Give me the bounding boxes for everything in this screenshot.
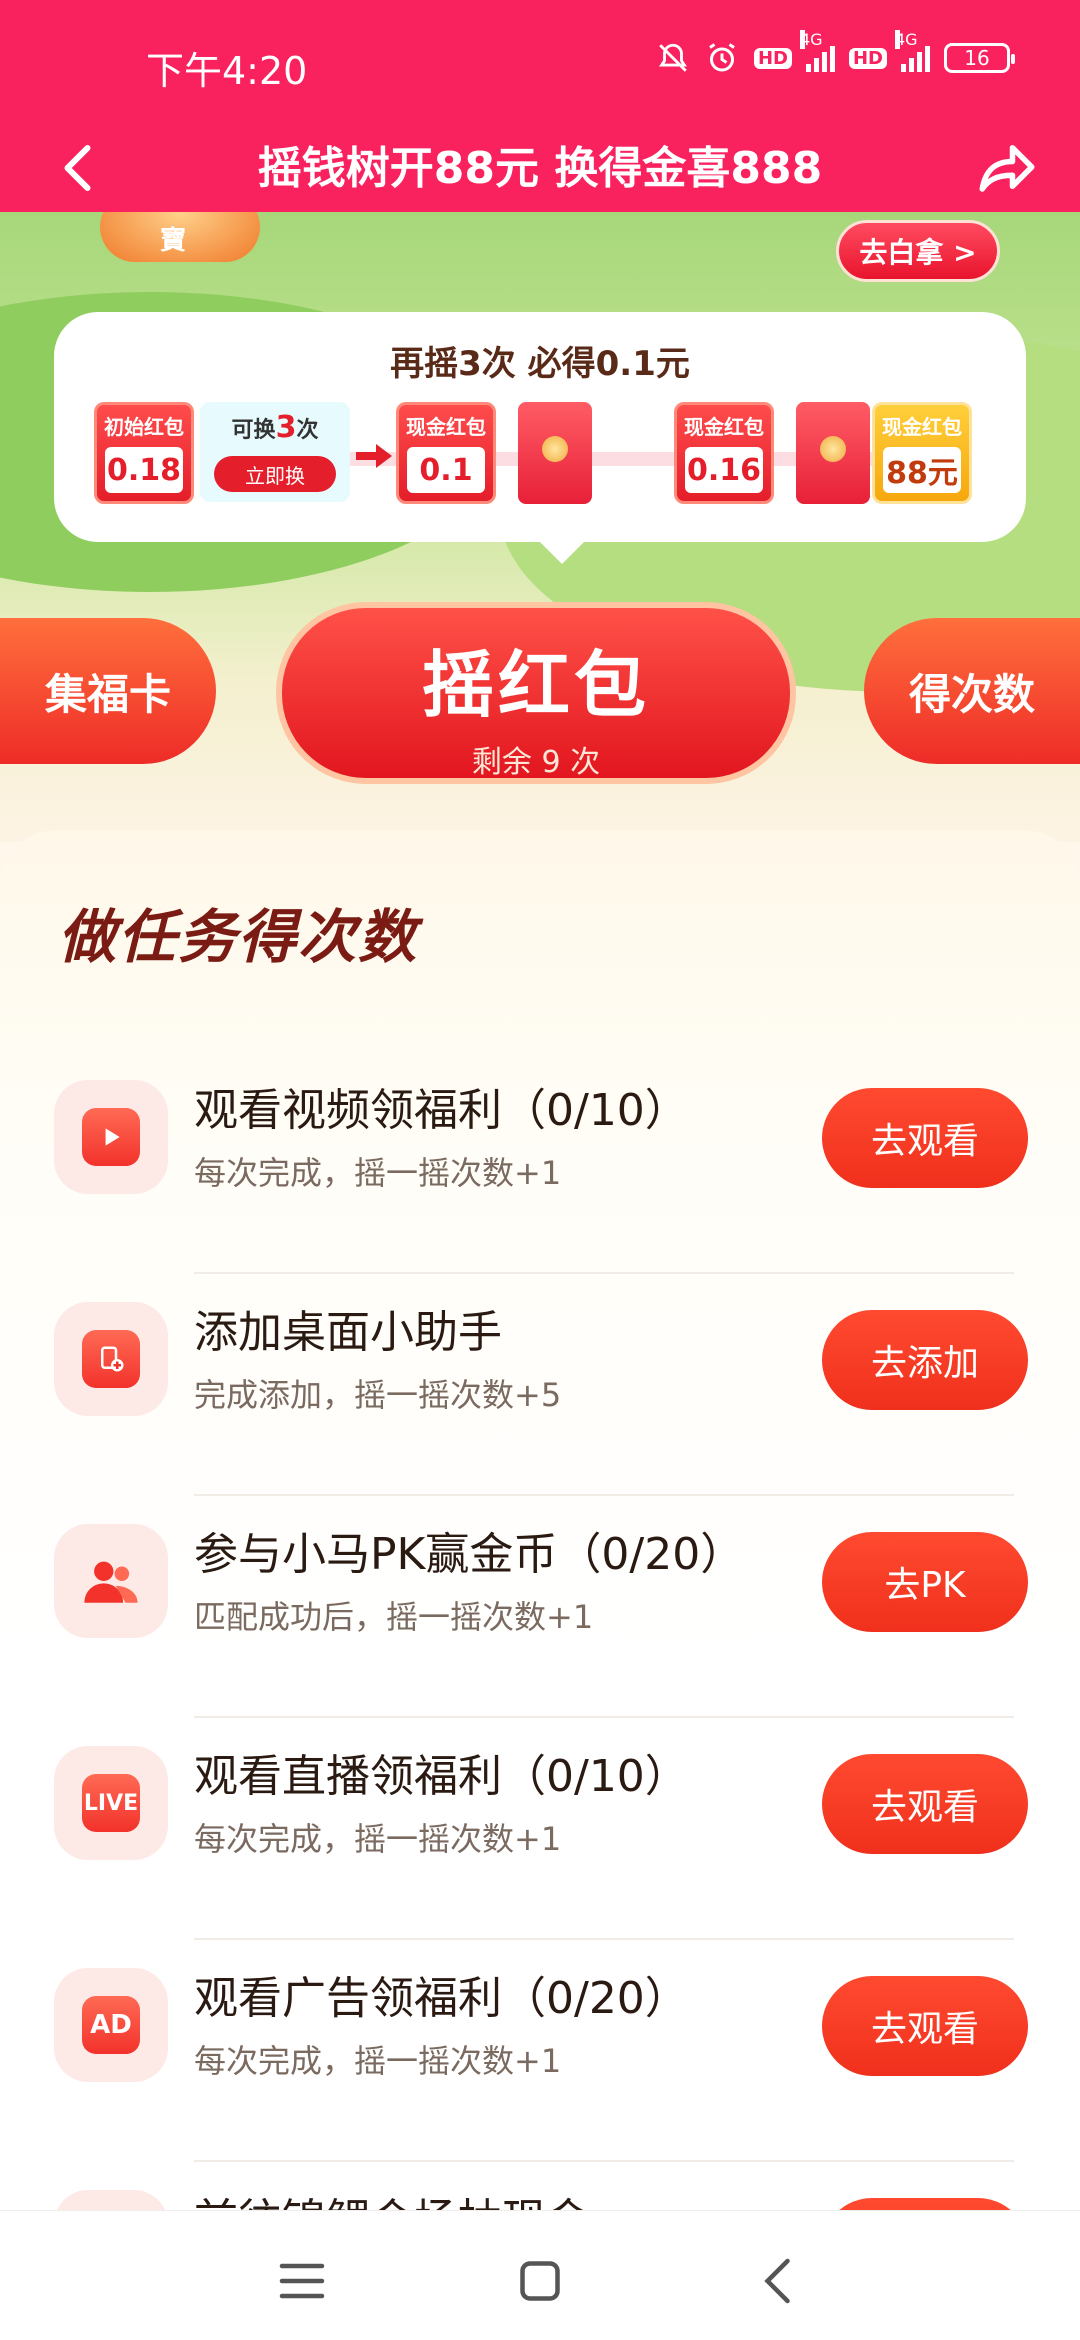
task-row: AD 观看广告领福利（0/20） 每次完成，摇一摇次数+1 去观看	[0, 1940, 1080, 2162]
share-icon[interactable]	[974, 134, 1040, 200]
back-icon[interactable]	[750, 2251, 810, 2311]
exchange-text: 可换3次	[231, 410, 319, 445]
pig-char: 寶	[160, 226, 187, 256]
cash-packet-1-label: 现金红包	[406, 415, 486, 439]
task-action-button[interactable]: 去PK	[822, 1532, 1028, 1632]
task-row: 添加桌面小助手 完成添加，摇一摇次数+5 去添加	[0, 1274, 1080, 1496]
status-icons: HD 4G HD 4G 16	[656, 30, 1015, 76]
status-bar: 下午4:20 HD 4G HD 4G 16	[0, 0, 1080, 120]
hd-badge-2: HD	[848, 47, 887, 69]
task-name: 观看视频领福利（0/10）	[194, 1085, 689, 1136]
task-row: 参与小马PK赢金币（0/20） 匹配成功后，摇一摇次数+1 去PK	[0, 1496, 1080, 1718]
page-title: 摇钱树开88元 换得金喜888	[257, 143, 823, 194]
task-name: 添加桌面小助手	[194, 1307, 502, 1358]
collect-card-button[interactable]: 集福卡	[0, 618, 216, 764]
task-action-button[interactable]: 去观看	[822, 1976, 1028, 2076]
remaining-count: 剩余 9 次	[471, 745, 601, 780]
hd-badge: HD	[753, 47, 792, 69]
task-desc: 每次完成，摇一摇次数+1	[194, 1820, 562, 1858]
exchange-box: 可换3次 立即换	[200, 402, 350, 502]
start-packet: 初始红包 0.18	[94, 402, 194, 504]
cash-packet-1-value: 0.1	[407, 447, 485, 493]
status-time: 下午4:20	[146, 49, 308, 93]
start-packet-value: 0.18	[105, 447, 183, 493]
cash-packet-2-value: 0.16	[685, 447, 763, 493]
home-icon[interactable]	[510, 2251, 570, 2311]
tasks-panel: 做任务得次数 观看视频领福利（0/10） 每次完成，摇一摇次数+1 去观看 添加…	[0, 830, 1080, 2304]
shake-red-packet-button[interactable]: 摇红包 剩余 9 次	[276, 602, 796, 784]
cash-packet-gold-value: 88元	[883, 447, 961, 493]
system-nav-bar	[0, 2210, 1080, 2340]
task-name: 观看直播领福利（0/10）	[194, 1751, 689, 1802]
add-widget-icon	[54, 1302, 168, 1416]
ad-icon: AD	[54, 1968, 168, 2082]
alarm-icon	[704, 40, 740, 76]
title-bar: 摇钱树开88元 换得金喜888	[0, 120, 1080, 212]
task-desc: 每次完成，摇一摇次数+1	[194, 1154, 562, 1192]
shake-label: 摇红包	[421, 643, 650, 727]
live-icon: LIVE	[54, 1746, 168, 1860]
signal-icon-2: 4G	[895, 30, 930, 72]
task-desc: 匹配成功后，摇一摇次数+1	[194, 1598, 594, 1636]
cash-packet-2: 现金红包 0.16	[674, 402, 774, 504]
red-envelope-icon-2	[796, 402, 870, 504]
users-icon	[54, 1524, 168, 1638]
menu-icon[interactable]	[272, 2251, 332, 2311]
task-name: 观看广告领福利（0/20）	[194, 1973, 689, 2024]
start-packet-label: 初始红包	[104, 415, 184, 439]
exchange-now-button[interactable]: 立即换	[214, 456, 336, 492]
signal-icon: 4G	[799, 30, 835, 72]
task-action-button[interactable]: 去观看	[822, 1088, 1028, 1188]
cash-packet-gold-label: 现金红包	[882, 415, 962, 439]
task-desc: 完成添加，摇一摇次数+5	[194, 1376, 562, 1414]
task-row: 观看视频领福利（0/10） 每次完成，摇一摇次数+1 去观看	[0, 1052, 1080, 1274]
task-desc: 每次完成，摇一摇次数+1	[194, 2042, 562, 2080]
battery-icon: 16	[944, 43, 1015, 73]
video-play-icon	[54, 1080, 168, 1194]
red-envelope-icon	[518, 402, 592, 504]
arrow-right-icon	[356, 444, 392, 468]
task-action-button[interactable]: 去添加	[822, 1310, 1028, 1410]
tasks-title: 做任务得次数	[58, 903, 419, 971]
progress-card: 再摇3次 必得0.1元 初始红包 0.18 可换3次 立即换 现金红包 0.1 …	[54, 312, 1026, 564]
cash-packet-2-label: 现金红包	[684, 415, 764, 439]
go-free-button[interactable]: 去白拿 >	[836, 220, 1000, 282]
task-row: LIVE 观看直播领福利（0/10） 每次完成，摇一摇次数+1 去观看	[0, 1718, 1080, 1940]
task-name: 参与小马PK赢金币（0/20）	[194, 1529, 745, 1580]
get-count-button[interactable]: 得次数	[864, 618, 1080, 764]
bell-off-icon	[656, 41, 690, 75]
cash-packet-gold: 现金红包 88元	[872, 402, 972, 504]
task-action-button[interactable]: 去观看	[822, 1754, 1028, 1854]
progress-title: 再摇3次 必得0.1元	[390, 344, 690, 384]
cash-packet-1: 现金红包 0.1	[396, 402, 496, 504]
